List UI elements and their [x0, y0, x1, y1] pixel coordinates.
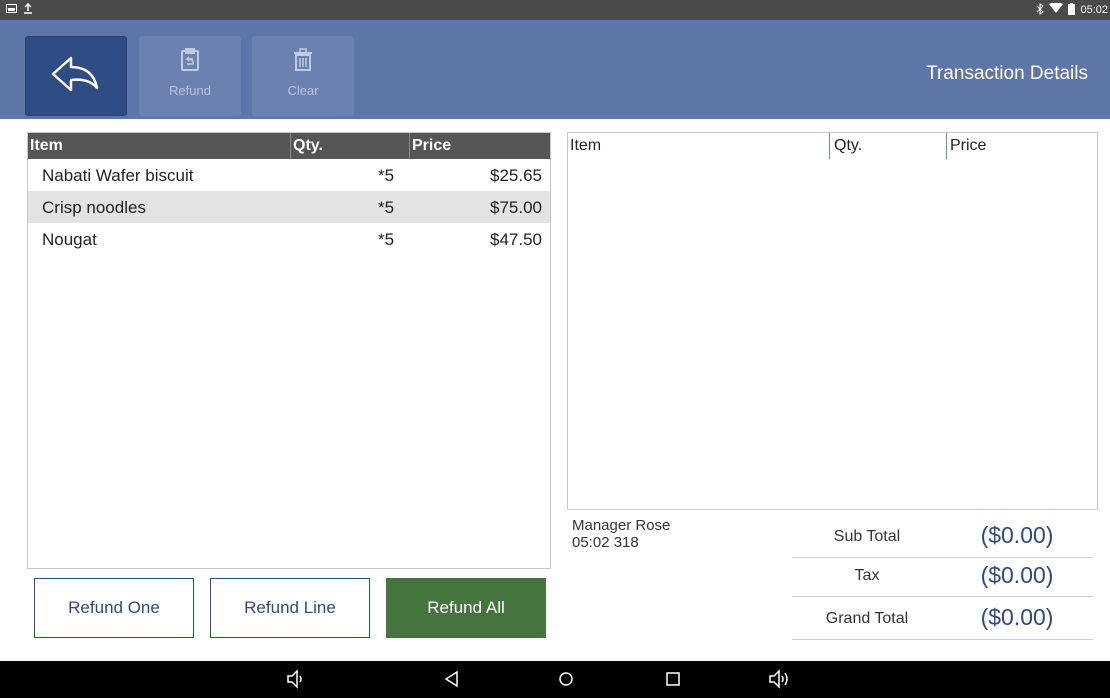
- clipboard-refund-icon: [180, 48, 200, 77]
- toolbar: Refund Clear Transaction Details: [0, 20, 1110, 119]
- status-time: 05:02: [1080, 4, 1108, 16]
- table-row[interactable]: Crisp noodles *5 $75.00: [28, 191, 550, 223]
- refund-one-button[interactable]: Refund One: [34, 578, 194, 638]
- refund-items-table: Item Qty. Price: [567, 132, 1098, 510]
- grand-total-value: ($0.00): [980, 604, 1054, 630]
- upload-icon: [23, 2, 33, 17]
- manager-name: Manager Rose: [572, 517, 671, 534]
- manager-info: Manager Rose 05:02 318: [572, 517, 670, 551]
- sub-total-value: ($0.00): [980, 522, 1054, 548]
- back-button[interactable]: [25, 36, 127, 116]
- tax-label: Tax: [854, 567, 880, 584]
- battery-icon: [1068, 2, 1076, 18]
- tax-value: ($0.00): [980, 562, 1054, 588]
- back-arrow-icon: [49, 54, 103, 99]
- row-item: Crisp noodles: [42, 198, 146, 217]
- column-header-qty: Qty.: [293, 137, 323, 154]
- refund-button[interactable]: Refund: [139, 36, 241, 116]
- volume-down-icon[interactable]: [286, 669, 308, 694]
- table-header: Item Qty. Price: [28, 133, 550, 159]
- table-row[interactable]: Nougat *5 $47.50: [28, 223, 550, 255]
- refund-line-button[interactable]: Refund Line: [210, 578, 370, 638]
- wifi-icon: [1049, 2, 1064, 17]
- row-price: $47.50: [490, 230, 542, 249]
- refund-all-button[interactable]: Refund All: [386, 578, 546, 638]
- trash-icon: [293, 48, 313, 77]
- column-header-item: Item: [30, 137, 63, 154]
- column-header-qty: Qty.: [834, 137, 863, 154]
- grand-total-row: Grand Total ($0.00): [792, 597, 1093, 640]
- column-header-price: Price: [950, 137, 987, 154]
- status-bar: 05:02: [0, 0, 1110, 20]
- back-nav-icon[interactable]: [443, 669, 461, 694]
- row-item: Nabati Wafer biscuit: [42, 166, 194, 185]
- manager-time: 05:02 318: [572, 534, 639, 551]
- screenshot-icon: [6, 4, 17, 16]
- sale-items-table: Item Qty. Price Nabati Wafer biscuit *5 …: [27, 132, 551, 569]
- clear-label: Clear: [287, 83, 319, 98]
- row-price: $25.65: [490, 166, 542, 185]
- sub-total-row: Sub Total ($0.00): [792, 515, 1093, 558]
- bluetooth-icon: [1036, 2, 1045, 18]
- row-qty: *5: [378, 230, 395, 249]
- home-nav-icon[interactable]: [556, 669, 576, 694]
- recents-nav-icon[interactable]: [664, 669, 682, 694]
- tax-row: Tax ($0.00): [792, 558, 1093, 597]
- row-qty: *5: [378, 166, 395, 185]
- navigation-bar: [0, 661, 1110, 698]
- row-price: $75.00: [490, 198, 542, 217]
- refund-label: Refund: [169, 83, 211, 98]
- volume-up-icon[interactable]: [768, 669, 794, 694]
- table-row[interactable]: Nabati Wafer biscuit *5 $25.65: [28, 159, 550, 191]
- column-header-item: Item: [570, 137, 602, 154]
- row-item: Nougat: [42, 230, 97, 249]
- row-qty: *5: [378, 198, 395, 217]
- sub-total-label: Sub Total: [833, 528, 901, 545]
- grand-total-label: Grand Total: [825, 610, 909, 627]
- clear-button[interactable]: Clear: [252, 36, 354, 116]
- page-title: Transaction Details: [926, 63, 1088, 84]
- column-header-price: Price: [412, 137, 452, 154]
- totals-panel: Sub Total ($0.00) Tax ($0.00) Grand Tota…: [792, 515, 1093, 640]
